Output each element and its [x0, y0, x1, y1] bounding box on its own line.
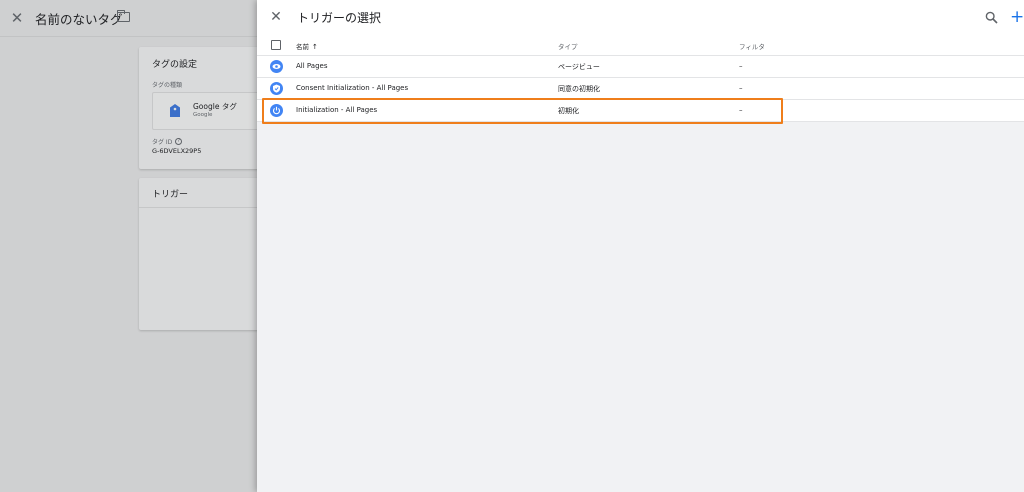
eye-icon [270, 60, 283, 73]
panel-title: トリガーの選択 [297, 11, 382, 25]
help-icon[interactable]: ? [175, 138, 183, 145]
tag-configuration-heading: タグの設定 [152, 60, 198, 70]
column-header-type: タイプ [558, 43, 578, 51]
triggering-heading: トリガー [152, 190, 189, 200]
tag-id-label-text: タグ ID [152, 139, 173, 146]
trigger-name: All Pages [296, 62, 328, 70]
close-icon[interactable]: ✕ [9, 10, 25, 26]
trigger-type: 初期化 [558, 107, 579, 115]
search-icon[interactable] [985, 11, 998, 24]
tag-type-label: タグの種類 [152, 82, 183, 89]
trigger-filter: – [739, 62, 743, 70]
trigger-table: 名前 ↑ タイプ フィルタ All Pages ページビュー – Consent … [257, 36, 1024, 122]
add-icon[interactable]: + [1010, 7, 1024, 27]
trigger-type: ページビュー [558, 63, 600, 71]
table-row[interactable]: Consent Initialization - All Pages 同意の初期… [257, 78, 1024, 100]
trigger-filter: – [739, 106, 743, 114]
consent-shield-icon [270, 82, 283, 95]
trigger-type: 同意の初期化 [558, 85, 600, 93]
tag-type-name: Google タグ [193, 102, 237, 111]
trigger-name: Initialization - All Pages [296, 106, 378, 114]
table-header: 名前 ↑ タイプ フィルタ [257, 36, 1024, 56]
trigger-selection-panel: ✕ トリガーの選択 + 名前 ↑ タイプ フィルタ All Pages ページビュ… [257, 0, 1024, 492]
select-all-checkbox[interactable] [271, 40, 281, 50]
trigger-filter: – [739, 84, 743, 92]
panel-header: ✕ トリガーの選択 + [257, 0, 1024, 36]
column-header-name-label: 名前 [296, 43, 309, 51]
google-tag-icon [170, 104, 180, 117]
trigger-name: Consent Initialization - All Pages [296, 84, 409, 92]
column-header-filter: フィルタ [739, 43, 765, 51]
folder-icon[interactable] [116, 9, 130, 22]
table-row[interactable]: All Pages ページビュー – [257, 56, 1024, 78]
tag-title[interactable]: 名前のないタグ [35, 9, 123, 28]
sort-ascending-icon: ↑ [312, 43, 318, 51]
table-row[interactable]: Initialization - All Pages 初期化 – [257, 100, 1024, 122]
close-icon[interactable]: ✕ [268, 9, 284, 25]
tag-id-value: G-6DVELX29P5 [152, 147, 202, 155]
tag-id-label: タグ ID ? [152, 137, 183, 146]
column-header-name[interactable]: 名前 ↑ [296, 41, 318, 51]
tag-type-vendor: Google [193, 112, 213, 118]
power-icon [270, 104, 283, 117]
